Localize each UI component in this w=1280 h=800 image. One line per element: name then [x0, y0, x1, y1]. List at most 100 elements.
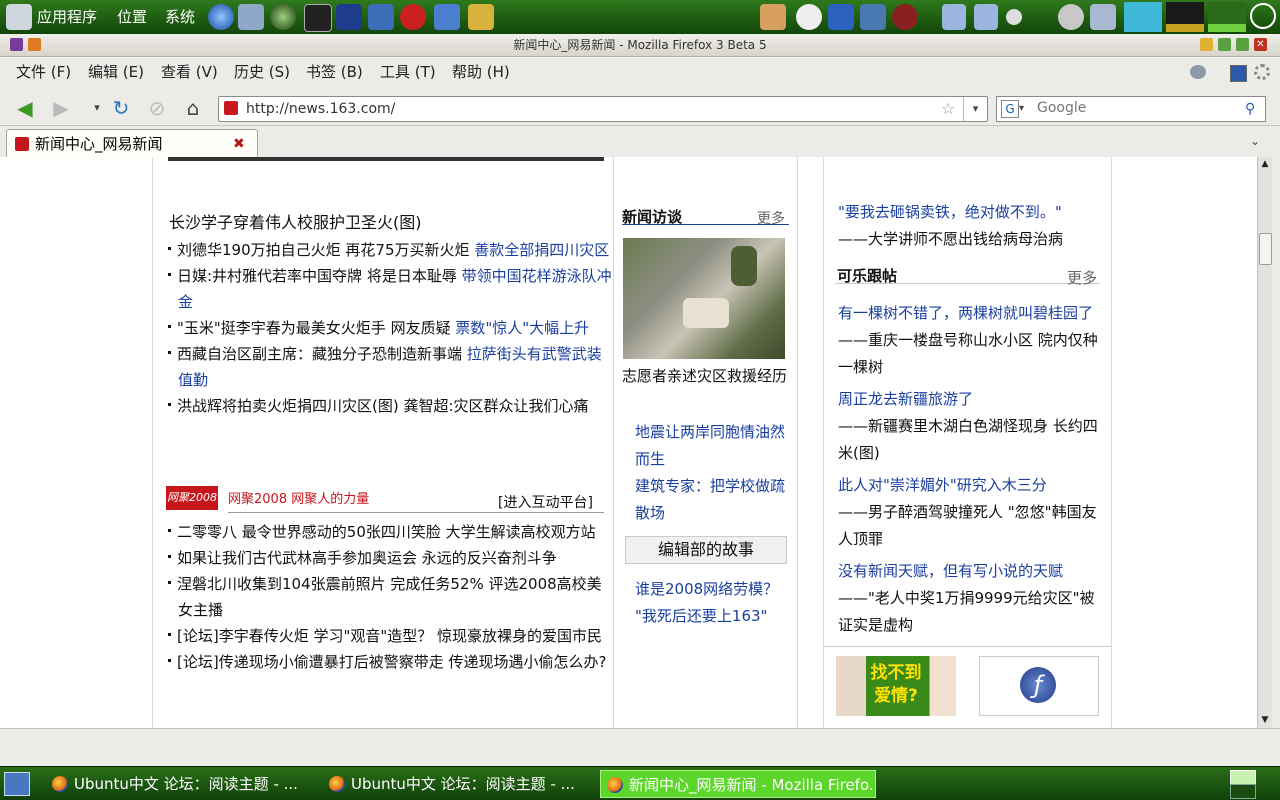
stop-icon[interactable]: ⊘ — [144, 95, 170, 121]
window-menu2-icon[interactable] — [28, 38, 41, 51]
main-headline[interactable]: 长沙学子穿着伟人校服护卫圣火(图) — [169, 209, 422, 233]
show-desktop-icon[interactable] — [4, 772, 30, 796]
workspace-switcher-2[interactable] — [1230, 784, 1256, 799]
forward-icon[interactable]: ▶ — [48, 95, 74, 121]
browser-launcher-icon[interactable] — [208, 4, 234, 30]
list-item[interactable]: "玉米"挺李宇春为最美女火炬手 网友质疑 票数"惊人"大幅上升 — [168, 315, 612, 341]
vertical-scrollbar[interactable]: ▲ ▼ — [1257, 157, 1272, 728]
workspace-3[interactable] — [1208, 2, 1246, 32]
bookmark-star-icon[interactable]: ☆ — [941, 97, 955, 121]
interview-link[interactable]: 建筑专家：把学校做疏散场 — [624, 473, 796, 527]
system-menu[interactable]: 系统 — [165, 0, 195, 34]
addon-icon[interactable] — [1230, 65, 1247, 82]
tab-netease-news[interactable]: 新闻中心_网易新闻 ✖ — [6, 129, 258, 158]
ubuntu-logo-icon[interactable] — [6, 4, 32, 30]
interview-more-link[interactable]: 更多 — [757, 208, 785, 228]
taskbar-item[interactable]: Ubuntu中文 论坛：阅读主题 - ... — [323, 770, 589, 798]
quote-link[interactable]: "要我去砸锅卖铁，绝对做不到。" — [838, 201, 1062, 222]
history-dropdown-icon[interactable]: ▾ — [84, 95, 110, 121]
interactive-platform-link[interactable]: [进入互动平台] — [498, 492, 593, 512]
extension-icon[interactable] — [1190, 65, 1206, 79]
taskbar-item[interactable]: Ubuntu中文 论坛：阅读主题 - ... — [46, 770, 312, 798]
coke-entry-link[interactable]: 有一棵树不错了，两棵树就叫碧桂园了 — [838, 300, 1104, 327]
scroll-thumb[interactable] — [1259, 233, 1272, 265]
gauge-launcher-icon[interactable] — [892, 4, 918, 30]
close-window-icon[interactable]: ✕ — [1254, 38, 1267, 51]
editor-launcher-icon[interactable] — [368, 4, 394, 30]
window-menu-icon[interactable] — [10, 38, 23, 51]
puzzle-applet-icon[interactable] — [942, 4, 966, 30]
news-link[interactable]: 善款全部捐四川灾区 — [474, 241, 609, 259]
search-bar[interactable]: G ▾ ⚲ — [996, 96, 1266, 122]
applications-menu[interactable]: 应用程序 — [37, 0, 97, 34]
network-icon[interactable] — [1090, 4, 1116, 30]
coke-more-link[interactable]: 更多 — [1067, 267, 1097, 288]
menu-tools[interactable]: 工具 (T) — [380, 57, 436, 87]
url-dropdown-icon[interactable]: ▾ — [963, 97, 987, 121]
list-item[interactable]: 二零零八 最令世界感动的50张四川笑脸 大学生解读高校观方站 — [168, 519, 612, 545]
scroll-down-icon[interactable]: ▼ — [1259, 713, 1271, 727]
news-link[interactable]: 票数"惊人"大幅上升 — [455, 319, 589, 337]
update-launcher-icon[interactable] — [468, 4, 494, 30]
menu-edit[interactable]: 编辑 (E) — [88, 57, 144, 87]
list-item[interactable]: 西藏自治区副主席：藏独分子恐制造新事端 拉萨街头有武警武装值勤 — [168, 341, 612, 393]
reload-icon[interactable]: ↻ — [108, 95, 134, 121]
back-icon[interactable]: ◀ — [12, 95, 38, 121]
scroll-up-icon[interactable]: ▲ — [1259, 157, 1271, 171]
editorial-story-button[interactable]: 编辑部的故事 — [625, 536, 787, 564]
volume-icon[interactable] — [1058, 4, 1084, 30]
timer-launcher-icon[interactable] — [796, 4, 822, 30]
list-item[interactable]: [论坛]李宇春传火炬 学习"观音"造型？ 惊现豪放裸身的爱国市民 — [168, 623, 612, 649]
list-item[interactable]: 如果让我们古代武林高手参加奥运会 永远的反兴奋剂斗争 — [168, 545, 612, 571]
home-icon[interactable]: ⌂ — [180, 95, 206, 121]
menu-file[interactable]: 文件 (F) — [16, 57, 71, 87]
editorial-link[interactable]: 谁是2008网络劳模？ — [624, 576, 796, 603]
minimize-icon[interactable] — [1218, 38, 1231, 51]
places-menu[interactable]: 位置 — [117, 0, 147, 34]
terminal-launcher-icon[interactable] — [304, 4, 332, 32]
flash-placeholder[interactable]: ƒ — [979, 656, 1099, 716]
love-ad-banner[interactable]: 找不到爱情? — [836, 656, 956, 716]
magnifier-applet-icon[interactable] — [1006, 9, 1022, 25]
rescue-photo[interactable] — [623, 238, 785, 359]
puzzle2-applet-icon[interactable] — [974, 4, 998, 30]
monitor-launcher-icon[interactable] — [860, 4, 886, 30]
search-engine-dropdown-icon[interactable]: ▾ — [1019, 97, 1024, 121]
coke-entry-link[interactable]: 没有新闻天赋，但有写小说的天赋 — [838, 558, 1104, 585]
search-input[interactable] — [1037, 98, 1237, 118]
maximize-icon[interactable] — [1236, 38, 1249, 51]
files-launcher-icon[interactable] — [434, 4, 460, 30]
power-icon[interactable] — [1250, 3, 1276, 29]
list-item[interactable]: [论坛]传递现场小偷遭暴打后被警察带走 传递现场遇小偷怎么办? — [168, 649, 612, 675]
coke-entry-link[interactable]: 此人对"崇洋媚外"研究入木三分 — [838, 472, 1104, 499]
paint-launcher-icon[interactable] — [760, 4, 786, 30]
globe-launcher-icon[interactable] — [270, 4, 296, 30]
tab-list-icon[interactable]: ⌄ — [1250, 134, 1260, 148]
list-item[interactable]: 洪战辉将拍卖火炬捐四川灾区(图) 龚智超:灾区群众让我们心痛 — [168, 393, 612, 419]
workspace-switcher-1[interactable] — [1230, 770, 1256, 785]
menu-help[interactable]: 帮助 (H) — [452, 57, 510, 87]
list-item[interactable]: 涅磐北川收集到104张震前照片 完成任务52% 评选2008高校美女主播 — [168, 571, 612, 623]
list-item[interactable]: 日媒:井村雅代若率中国夺牌 将是日本耻辱 带领中国花样游泳队冲金 — [168, 263, 612, 315]
shade-icon[interactable] — [1200, 38, 1213, 51]
wangju-logo[interactable]: 网聚2008 — [166, 486, 218, 510]
interview-link[interactable]: 地震让两岸同胞情油然而生 — [624, 419, 796, 473]
editorial-link[interactable]: "我死后还要上163" — [624, 603, 796, 630]
url-bar[interactable]: http://news.163.com/ ☆ ▾ — [218, 96, 988, 122]
mail-launcher-icon[interactable] — [238, 4, 264, 30]
coke-entry-link[interactable]: 周正龙去新疆旅游了 — [838, 386, 1104, 413]
menu-view[interactable]: 查看 (V) — [161, 57, 218, 87]
menu-bookmarks[interactable]: 书签 (B) — [306, 57, 363, 87]
search-engine-icon[interactable]: G — [1001, 100, 1019, 118]
search-go-icon[interactable]: ⚲ — [1245, 97, 1255, 121]
list-item[interactable]: 刘德华190万拍自己火炬 再花75万买新火炬 善款全部捐四川灾区 — [168, 237, 612, 263]
stop-launcher-icon[interactable] — [400, 4, 426, 30]
photo-caption[interactable]: 志愿者亲述灾区救援经历 — [622, 363, 790, 390]
dictionary-launcher-icon[interactable] — [336, 4, 362, 30]
menu-history[interactable]: 历史 (S) — [234, 57, 290, 87]
taskbar-item-active[interactable]: 新闻中心_网易新闻 - Mozilla Firefo... — [600, 770, 876, 798]
workspace-2[interactable] — [1166, 2, 1204, 32]
workspace-1[interactable] — [1124, 2, 1162, 32]
tab-close-icon[interactable]: ✖ — [233, 130, 245, 158]
video-launcher-icon[interactable] — [828, 4, 854, 30]
